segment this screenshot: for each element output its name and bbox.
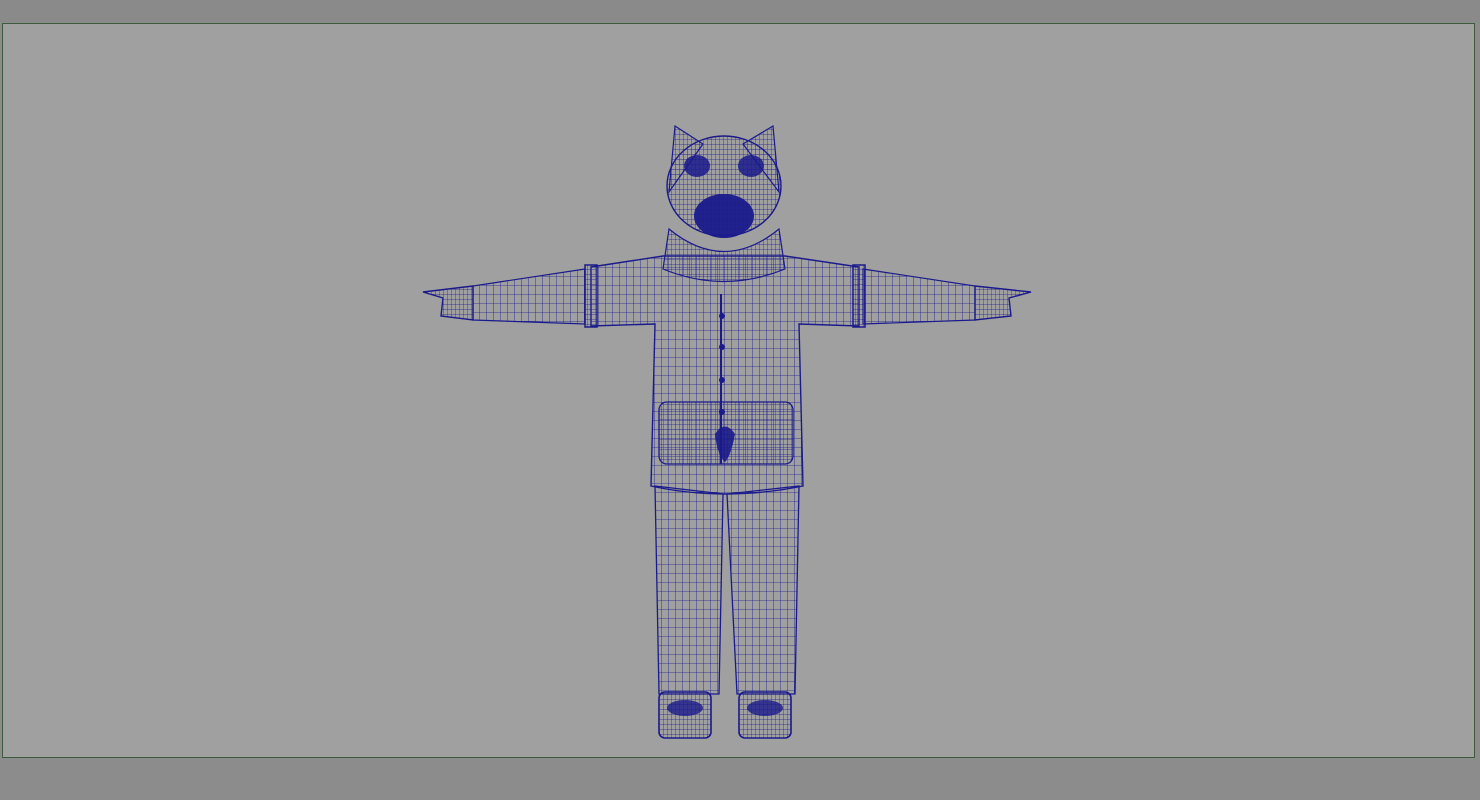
top-strip: ˈ [0, 0, 1480, 22]
right-hand [974, 285, 1032, 321]
right-shoe-detail [747, 700, 783, 716]
axis-indicator: ˈ [30, 0, 37, 7]
right-arm [862, 268, 976, 325]
left-shoe-detail [667, 700, 703, 716]
right-pant-leg [726, 485, 800, 695]
right-eye [738, 155, 764, 177]
character-wireframe[interactable] [3, 24, 1475, 758]
button [719, 344, 725, 350]
button [719, 377, 725, 383]
left-pant-leg [654, 485, 724, 695]
left-hand [422, 285, 474, 321]
button [719, 313, 725, 319]
button [719, 409, 725, 415]
left-arm [472, 268, 586, 325]
viewport-panel[interactable] [2, 23, 1475, 758]
bottom-strip [0, 760, 1480, 800]
left-eye [684, 155, 710, 177]
muzzle [694, 194, 754, 238]
